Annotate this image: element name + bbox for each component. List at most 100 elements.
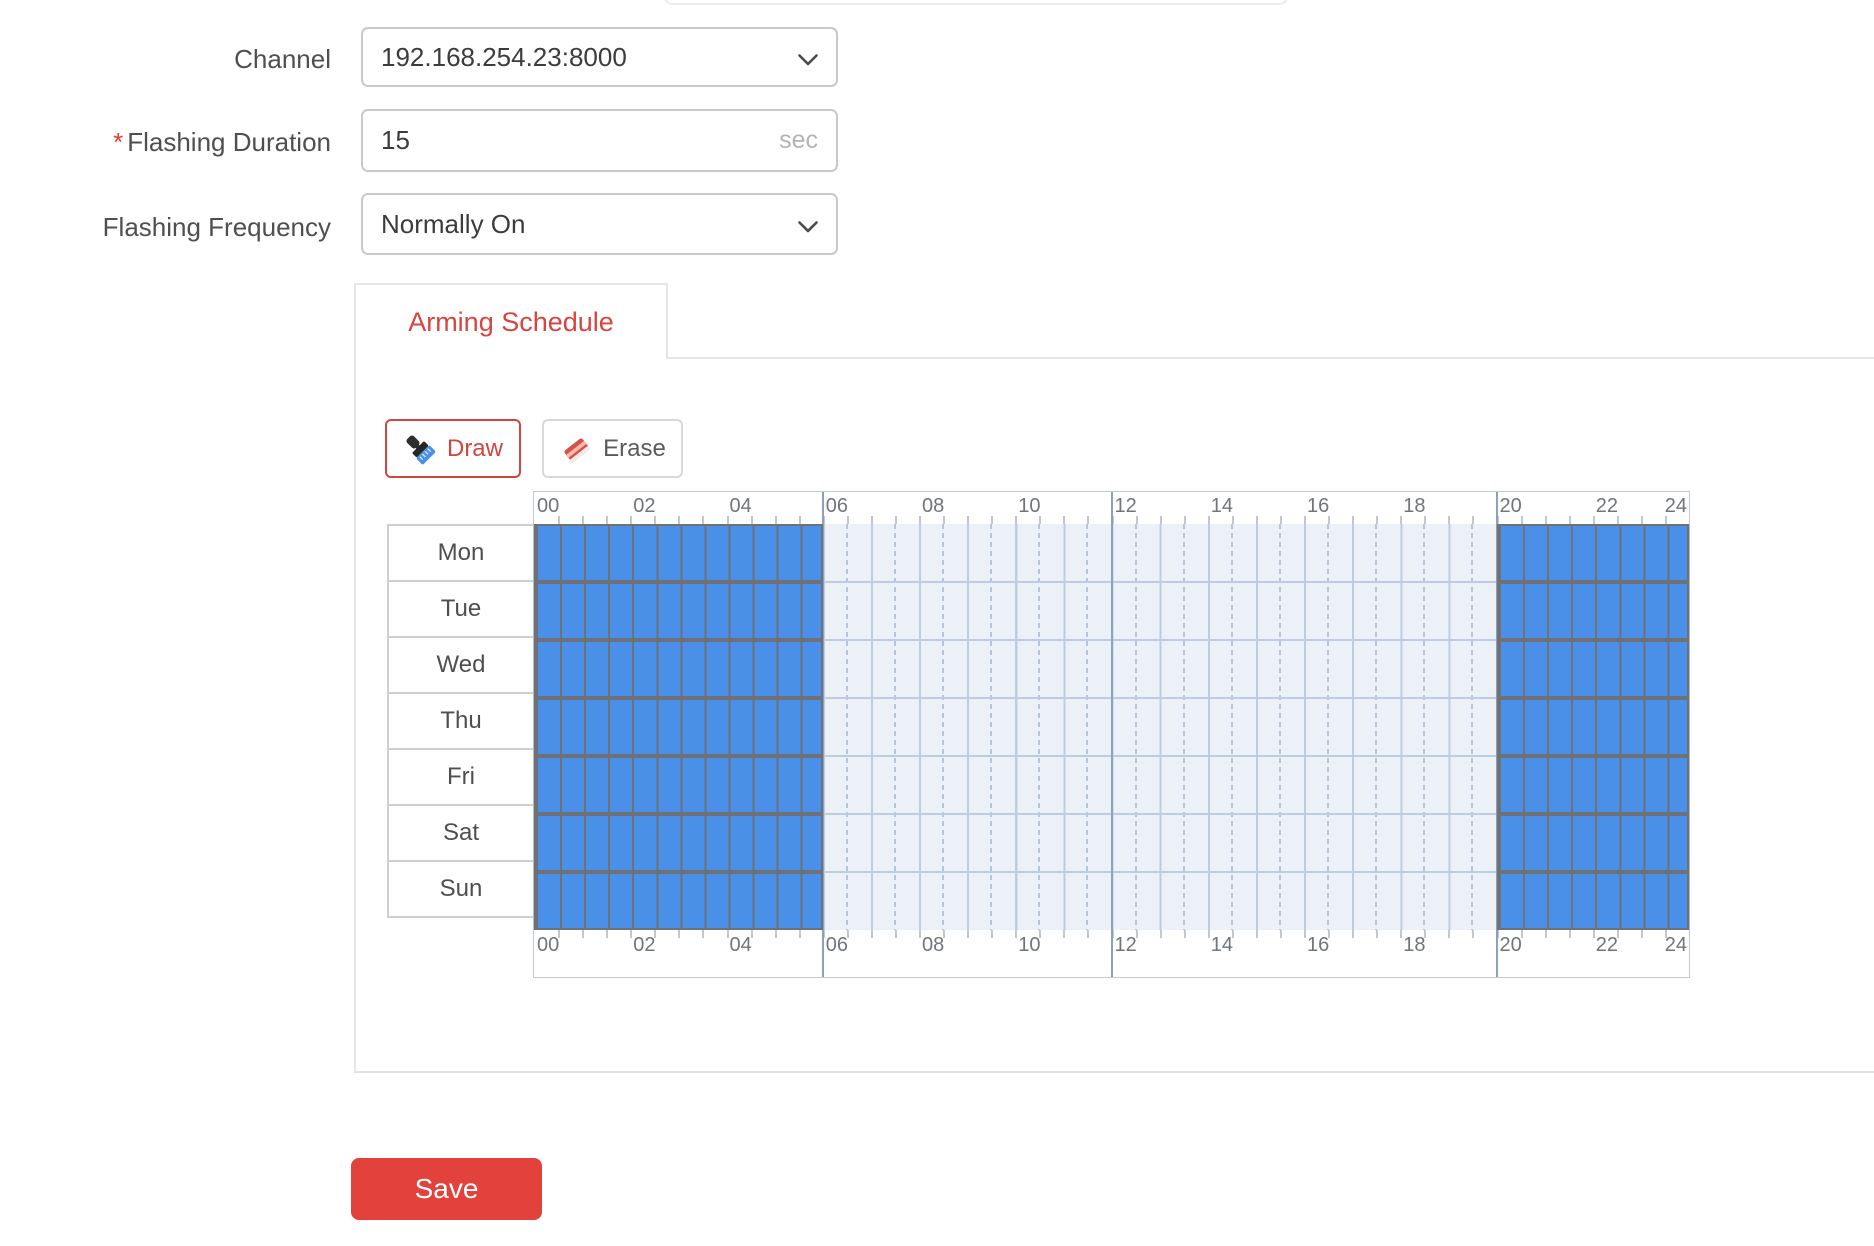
flashing-duration-input[interactable]: 15 sec [361,109,838,172]
save-button[interactable]: Save [351,1158,542,1220]
axis-tick [1617,516,1619,524]
axis-tick [727,930,729,938]
axis-tick [1160,930,1162,938]
required-asterisk: * [113,127,123,157]
half-hour-dashed-line [846,524,848,930]
armed-period-thu-20-24[interactable] [1497,698,1690,756]
axis-tick [582,930,584,938]
hour-label-06: 06 [826,495,848,518]
flashing-duration-value: 15 [381,125,771,156]
axis-tick [775,930,777,938]
axis-tick [919,930,921,938]
hour-label-16: 16 [1307,495,1329,518]
draw-button[interactable]: Draw [385,419,521,478]
axis-tick [1208,516,1210,524]
schedule-bottom-axis: 00020406081012141618202224 [533,930,1690,978]
axis-tick [606,516,608,524]
hour-label-10: 10 [1018,495,1040,518]
hour-label-12: 12 [1115,934,1137,957]
schedule-day-column: MonTueWedThuFriSatSun [387,524,535,918]
hour-label-00: 00 [537,934,559,957]
half-hour-dashed-line [990,524,992,930]
armed-period-sun-0-6[interactable] [534,872,823,930]
day-label-thu: Thu [387,692,535,750]
axis-tick [1569,930,1571,938]
day-label-sat: Sat [387,804,535,862]
axis-tick [1063,930,1065,938]
axis-tick [1280,516,1282,524]
axis-tick [751,516,753,524]
armed-period-fri-20-24[interactable] [1497,756,1690,814]
armed-period-sat-20-24[interactable] [1497,814,1690,872]
half-hour-dashed-line [1038,524,1040,930]
period-boundary-line [1111,930,1113,977]
chevron-down-icon [798,42,818,73]
half-hour-dashed-line [942,524,944,930]
armed-period-tue-0-6[interactable] [534,582,823,640]
erase-button[interactable]: Erase [542,419,683,478]
tab-arming-schedule-label: Arming Schedule [408,307,614,338]
flashing-frequency-label: Flashing Frequency [21,212,331,243]
armed-period-wed-0-6[interactable] [534,640,823,698]
axis-tick [1569,516,1571,524]
axis-tick [1545,930,1547,938]
axis-tick [919,516,921,524]
axis-tick [1039,930,1041,938]
hour-label-18: 18 [1403,495,1425,518]
axis-tick [606,930,608,938]
axis-tick [1184,930,1186,938]
channel-value: 192.168.254.23:8000 [381,42,790,73]
hour-label-22: 22 [1596,495,1618,518]
axis-tick [1136,930,1138,938]
draw-button-label: Draw [447,435,503,463]
half-hour-dashed-line [1279,524,1281,930]
armed-period-thu-0-6[interactable] [534,698,823,756]
axis-tick [871,516,873,524]
schedule-grid[interactable] [533,524,1690,930]
period-boundary-line [1111,524,1113,930]
hour-label-04: 04 [730,495,752,518]
page: Channel 192.168.254.23:8000 *Flashing Du… [0,0,1874,1246]
channel-label-text: Channel [234,44,331,74]
half-hour-dashed-line [1375,524,1377,930]
armed-period-wed-20-24[interactable] [1497,640,1690,698]
axis-tick [1352,930,1354,938]
hour-label-02: 02 [633,495,655,518]
hour-label-12: 12 [1115,495,1137,518]
axis-tick [991,930,993,938]
half-hour-dashed-line [1135,524,1137,930]
axis-tick [1400,930,1402,938]
tab-arming-schedule[interactable]: Arming Schedule [354,283,668,359]
armed-period-mon-0-6[interactable] [534,524,823,582]
armed-period-sat-0-6[interactable] [534,814,823,872]
axis-tick [1328,516,1330,524]
axis-tick [1232,516,1234,524]
hour-label-10: 10 [1018,934,1040,957]
axis-tick [1015,516,1017,524]
axis-tick [847,516,849,524]
axis-tick [1160,516,1162,524]
armed-period-sun-20-24[interactable] [1497,872,1690,930]
axis-tick [1593,516,1595,524]
axis-tick [799,930,801,938]
channel-select[interactable]: 192.168.254.23:8000 [361,27,838,87]
axis-tick [991,516,993,524]
axis-tick [654,516,656,524]
axis-tick [943,930,945,938]
flashing-frequency-select[interactable]: Normally On [361,193,838,255]
axis-tick [799,516,801,524]
axis-tick [727,516,729,524]
axis-tick [1617,930,1619,938]
armed-period-fri-0-6[interactable] [534,756,823,814]
panel-bottom-border [354,1071,1874,1073]
hour-label-24: 24 [1665,495,1687,518]
axis-tick [1448,930,1450,938]
axis-tick [1280,930,1282,938]
hour-label-20: 20 [1500,495,1522,518]
axis-tick [630,930,632,938]
axis-tick [1665,930,1667,938]
half-hour-dashed-line [1423,524,1425,930]
axis-tick [1424,930,1426,938]
armed-period-mon-20-24[interactable] [1497,524,1690,582]
armed-period-tue-20-24[interactable] [1497,582,1690,640]
